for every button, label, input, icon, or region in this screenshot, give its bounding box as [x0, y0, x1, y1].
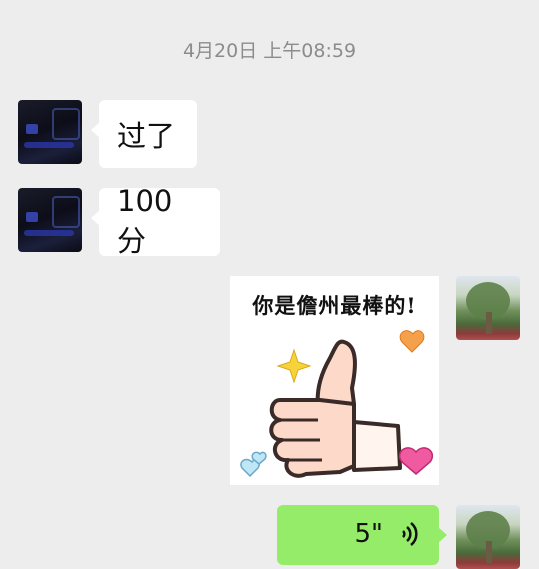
contact-avatar[interactable]	[18, 100, 82, 164]
voice-message-bubble[interactable]: 5"	[277, 505, 447, 565]
my-avatar[interactable]	[456, 505, 520, 569]
voice-duration: 5"	[354, 519, 383, 549]
message-text: 过了	[117, 119, 176, 153]
my-avatar[interactable]	[456, 276, 520, 340]
incoming-message-bubble[interactable]: 过了	[91, 100, 197, 168]
contact-avatar[interactable]	[18, 188, 82, 252]
message-timestamp: 4月20日 上午08:59	[182, 40, 357, 62]
incoming-message-bubble[interactable]: 100 分	[91, 184, 220, 258]
thumbs-up-sticker-icon	[240, 330, 434, 478]
voice-wave-icon	[402, 522, 418, 546]
message-text: 100 分	[117, 184, 173, 258]
sticker-message[interactable]: 你是儋州最棒的!	[230, 276, 439, 485]
